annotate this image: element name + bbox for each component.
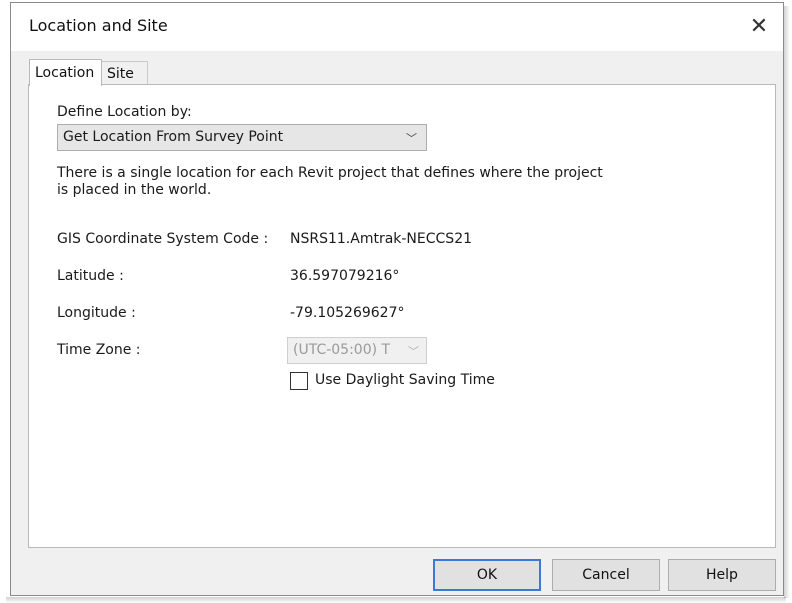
time-zone-dropdown[interactable]: (UTC-05:00) T ﹀ (287, 337, 427, 364)
chevron-down-icon: ﹀ (406, 132, 417, 145)
chevron-down-icon: ﹀ (408, 345, 419, 358)
tab-location-label: Location (35, 65, 95, 81)
dialog-title: Location and Site (29, 16, 168, 35)
tab-site-label: Site (107, 66, 134, 82)
latitude-value: 36.597079216° (290, 268, 400, 284)
close-icon[interactable]: ✕ (741, 9, 777, 45)
tab-location[interactable]: Location (29, 59, 102, 86)
longitude-label: Longitude : (57, 305, 136, 321)
location-description: There is a single location for each Revi… (57, 165, 603, 198)
longitude-value: -79.105269627° (290, 305, 405, 321)
time-zone-label: Time Zone : (57, 342, 141, 358)
help-button[interactable]: Help (668, 559, 776, 591)
latitude-label: Latitude : (57, 268, 124, 284)
define-location-label: Define Location by: (57, 104, 192, 120)
gis-code-value: NSRS11.Amtrak-NECCS21 (290, 231, 473, 247)
time-zone-value: (UTC-05:00) T (293, 342, 391, 358)
define-location-value: Get Location From Survey Point (63, 129, 284, 145)
location-and-site-dialog: Location and Site ✕ Location Site Define… (10, 2, 784, 596)
daylight-saving-checkbox[interactable] (290, 372, 308, 390)
define-location-dropdown[interactable]: Get Location From Survey Point ﹀ (57, 124, 427, 151)
title-bar: Location and Site ✕ (11, 3, 783, 51)
gis-code-label: GIS Coordinate System Code : (57, 231, 269, 247)
location-tab-panel: Define Location by: Get Location From Su… (28, 84, 776, 548)
daylight-saving-label[interactable]: Use Daylight Saving Time (315, 372, 495, 388)
cancel-button[interactable]: Cancel (552, 559, 660, 591)
tab-site[interactable]: Site (101, 61, 148, 85)
ok-button[interactable]: OK (433, 559, 541, 591)
